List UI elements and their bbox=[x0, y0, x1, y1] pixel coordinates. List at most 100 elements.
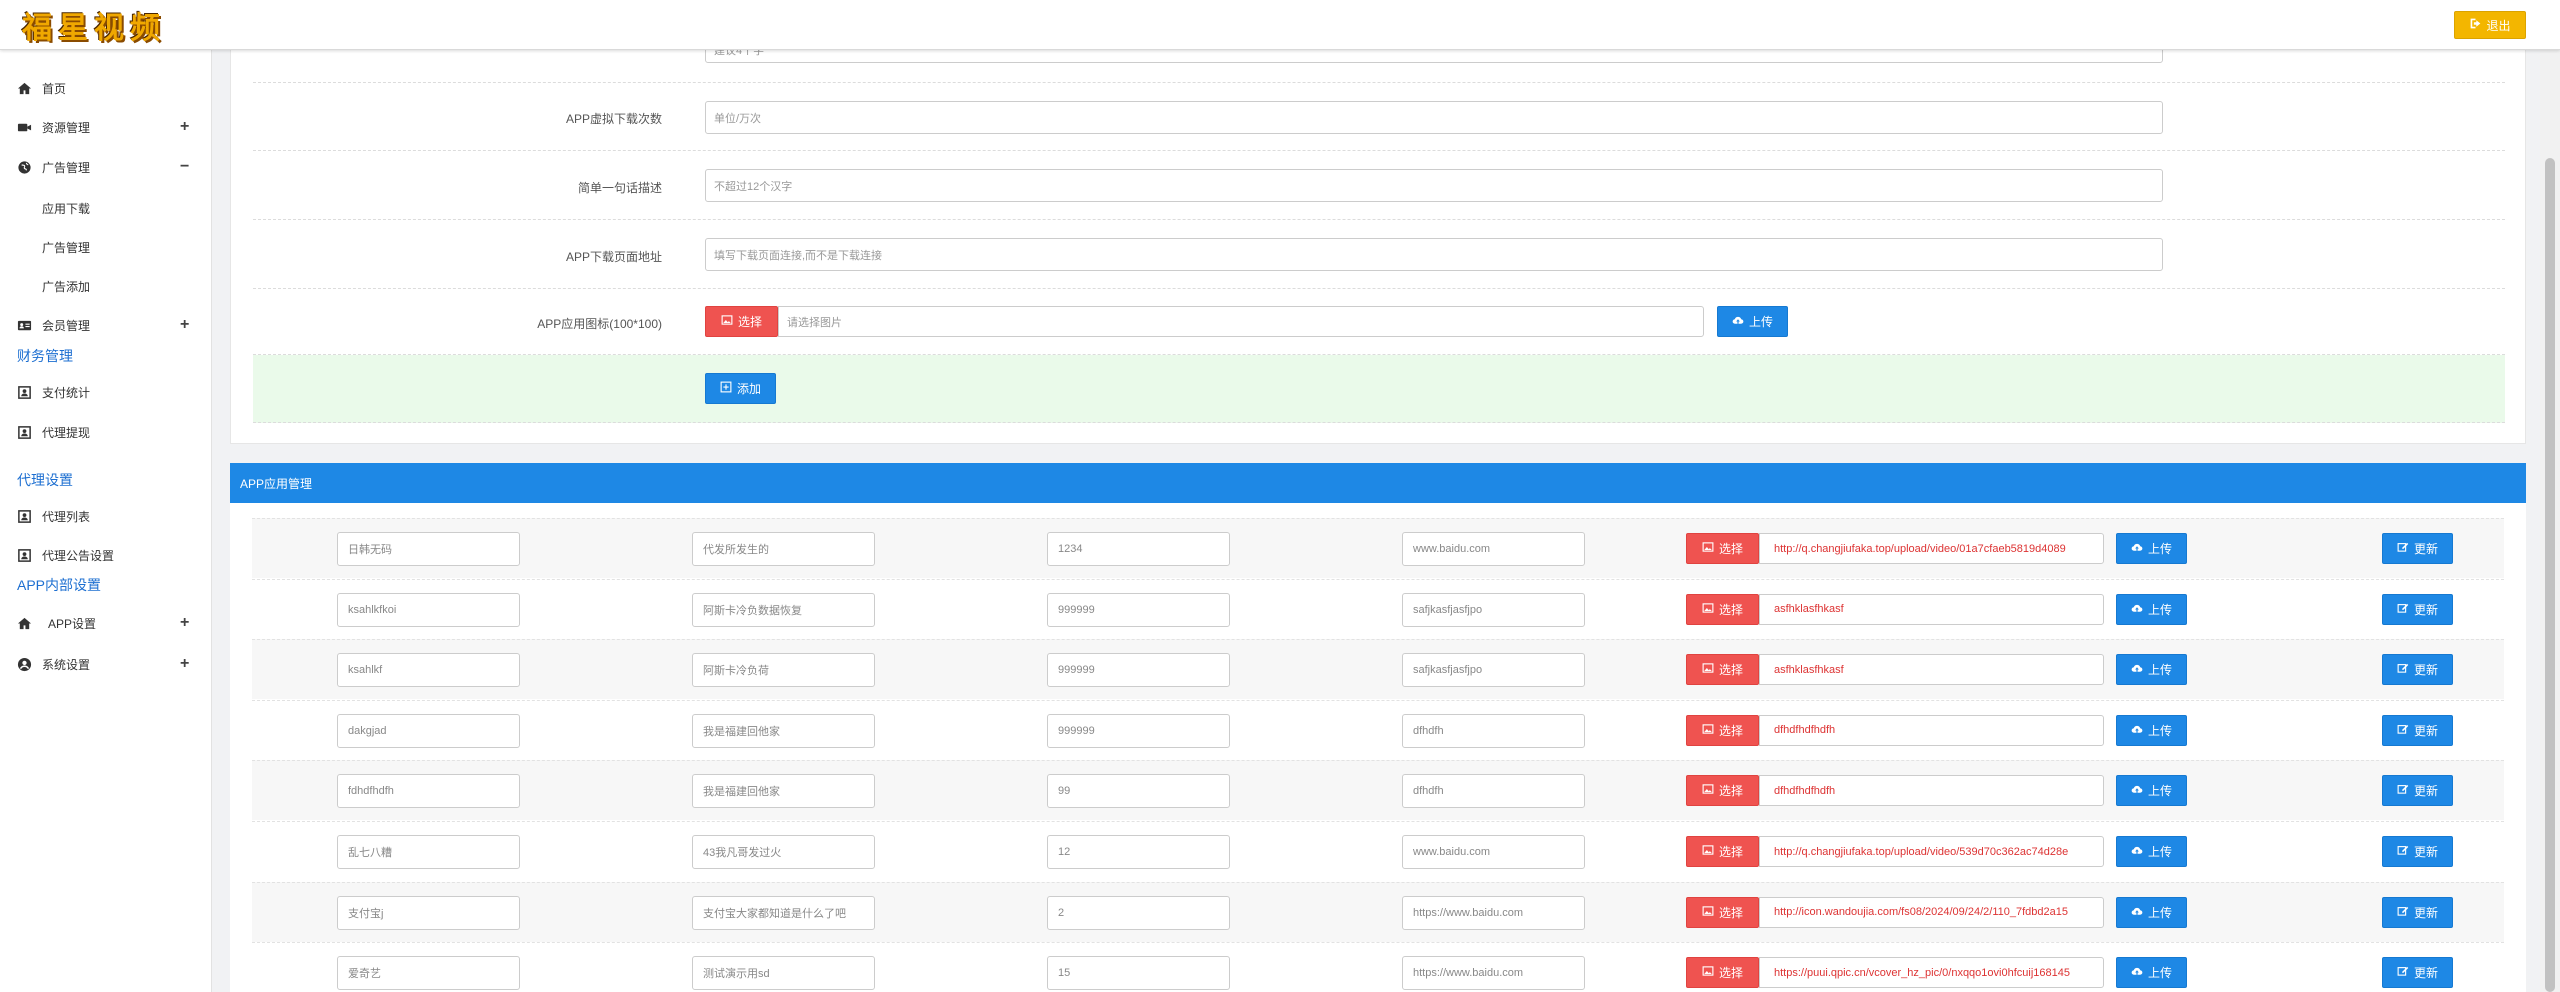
app-name-field[interactable]: fdhdfhdfh bbox=[337, 774, 520, 809]
app-name-field[interactable]: dakgjad bbox=[337, 713, 520, 748]
app-description-field[interactable]: 阿斯卡冷负数据恢复 bbox=[692, 592, 875, 627]
download-count-field[interactable]: 1234 bbox=[1047, 532, 1230, 566]
sidebar-item-system[interactable]: 系统设置 + bbox=[0, 652, 212, 676]
sidebar-item-agent-withdraw[interactable]: 代理提现 bbox=[0, 420, 212, 444]
update-button[interactable]: 更新 bbox=[2382, 836, 2453, 867]
select-image-button[interactable]: 选择 bbox=[1686, 654, 1759, 686]
sidebar-item-members[interactable]: 会员管理 + bbox=[0, 313, 212, 337]
icon-url-field[interactable]: http://icon.wandoujia.com/fs08/2024/09/2… bbox=[1759, 896, 2104, 928]
download-page-field[interactable]: https://www.baidu.com bbox=[1402, 895, 1585, 930]
expand-icon[interactable]: + bbox=[180, 615, 189, 631]
icon-url-field[interactable]: asfhklasfhkasf bbox=[1759, 593, 2104, 625]
download-count-field[interactable]: 2 bbox=[1047, 895, 1230, 930]
table-row: ksahlkfkoi 阿斯卡冷负数据恢复 999999 safjkasfjasfjpo… bbox=[252, 578, 2504, 639]
page-scrollbar[interactable] bbox=[2540, 50, 2560, 992]
app-name-field[interactable]: 爱奇艺 bbox=[337, 956, 520, 991]
upload-button[interactable]: 上传 bbox=[2116, 533, 2187, 564]
download-page-field[interactable]: safjkasfjasfjpo bbox=[1402, 592, 1585, 627]
app-description-field[interactable]: 我是福建回他家 bbox=[692, 713, 875, 748]
sidebar-item-home[interactable]: 首页 bbox=[0, 76, 212, 100]
app-name-field[interactable]: ksahlkf bbox=[337, 653, 520, 688]
logout-button[interactable]: 退出 bbox=[2454, 11, 2526, 39]
app-name-field[interactable]: 乱七八糟 bbox=[337, 835, 520, 869]
app-name-field[interactable]: ksahlkfkoi bbox=[337, 592, 520, 627]
site-logo[interactable]: 福星视频 bbox=[22, 8, 166, 46]
sidebar-item-pay-stats[interactable]: 支付统计 bbox=[0, 380, 212, 404]
icon-url-field[interactable]: dfhdfhdfhdfh bbox=[1759, 775, 2104, 807]
downloads-label: APP虚拟下载次数 bbox=[565, 112, 662, 126]
app-name-field[interactable]: 日韩无码 bbox=[337, 532, 520, 566]
icon-url-field[interactable]: http://q.changjiufaka.top/upload/video/0… bbox=[1759, 533, 2104, 564]
download-count-field[interactable]: 999999 bbox=[1047, 713, 1230, 748]
upload-button[interactable]: 上传 bbox=[2116, 836, 2187, 867]
select-image-button[interactable]: 选择 bbox=[1686, 714, 1759, 746]
app-name-field[interactable]: 支付宝j bbox=[337, 895, 520, 930]
download-count-field[interactable]: 15 bbox=[1047, 956, 1230, 991]
expand-icon[interactable]: + bbox=[180, 119, 189, 135]
select-image-button[interactable]: 选择 bbox=[705, 306, 778, 337]
download-count-field[interactable]: 99 bbox=[1047, 774, 1230, 809]
download-count-field[interactable]: 999999 bbox=[1047, 592, 1230, 627]
app-description-field[interactable]: 支付宝大家都知道是什么了吧 bbox=[692, 895, 875, 930]
collapse-icon[interactable]: − bbox=[180, 159, 189, 175]
download-count-field[interactable]: 999999 bbox=[1047, 653, 1230, 688]
sidebar: 首页 资源管理 + 广告管理 − 应用下载 广告管理 广告添加 会员管理 + 财… bbox=[0, 50, 212, 992]
upload-button[interactable]: 上传 bbox=[2116, 896, 2187, 928]
select-image-button[interactable]: 选择 bbox=[1686, 533, 1759, 564]
image-icon bbox=[1702, 905, 1714, 920]
update-button[interactable]: 更新 bbox=[2382, 654, 2453, 686]
icon-url-field[interactable]: dfhdfhdfhdfh bbox=[1759, 714, 2104, 746]
icon-url-field[interactable]: asfhklasfhkasf bbox=[1759, 654, 2104, 686]
description-input[interactable]: 不超过12个汉字 bbox=[705, 169, 2163, 202]
download-page-field[interactable]: dfhdfh bbox=[1402, 774, 1585, 809]
downloads-input[interactable]: 单位/万次 bbox=[705, 101, 2163, 134]
sidebar-item-agent-notice[interactable]: 代理公告设置 bbox=[0, 543, 212, 567]
select-image-button[interactable]: 选择 bbox=[1686, 593, 1759, 625]
expand-icon[interactable]: + bbox=[180, 317, 189, 333]
update-button[interactable]: 更新 bbox=[2382, 775, 2453, 807]
update-button[interactable]: 更新 bbox=[2382, 533, 2453, 564]
upload-button[interactable]: 上传 bbox=[2116, 957, 2187, 989]
upload-button[interactable]: 上传 bbox=[2116, 654, 2187, 686]
update-button[interactable]: 更新 bbox=[2382, 957, 2453, 989]
download-page-field[interactable]: dfhdfh bbox=[1402, 713, 1585, 748]
upload-button[interactable]: 上传 bbox=[2116, 714, 2187, 746]
icon-url-field[interactable]: http://q.changjiufaka.top/upload/video/5… bbox=[1759, 836, 2104, 867]
select-image-button[interactable]: 选择 bbox=[1686, 957, 1759, 989]
app-description-field[interactable]: 我是福建回他家 bbox=[692, 774, 875, 809]
upload-button[interactable]: 上传 bbox=[2116, 775, 2187, 807]
download-page-field[interactable]: www.baidu.com bbox=[1402, 532, 1585, 566]
download-page-field[interactable]: safjkasfjasfjpo bbox=[1402, 653, 1585, 688]
select-label: 选择 bbox=[1718, 723, 1743, 738]
update-button[interactable]: 更新 bbox=[2382, 714, 2453, 746]
app-description-field[interactable]: 测试演示用sd bbox=[692, 956, 875, 991]
download-count-field[interactable]: 12 bbox=[1047, 835, 1230, 869]
sidebar-item-resource[interactable]: 资源管理 + bbox=[0, 115, 212, 139]
select-image-button[interactable]: 选择 bbox=[1686, 896, 1759, 928]
cloud-upload-icon bbox=[2131, 905, 2143, 920]
icon-url-field[interactable]: https://puui.qpic.cn/vcover_hz_pic/0/nxq… bbox=[1759, 957, 2104, 989]
expand-icon[interactable]: + bbox=[180, 656, 189, 672]
update-button[interactable]: 更新 bbox=[2382, 896, 2453, 928]
app-description-field[interactable]: 代发所发生的 bbox=[692, 532, 875, 566]
scrollbar-thumb[interactable] bbox=[2545, 158, 2555, 992]
app-description-field[interactable]: 43我凡哥发过火 bbox=[692, 835, 875, 869]
sidebar-item-agent-list[interactable]: 代理列表 bbox=[0, 504, 212, 528]
update-button[interactable]: 更新 bbox=[2382, 593, 2453, 625]
sidebar-subitem-ad-add[interactable]: 广告添加 bbox=[42, 276, 90, 296]
select-image-button[interactable]: 选择 bbox=[1686, 775, 1759, 807]
download-page-field[interactable]: www.baidu.com bbox=[1402, 835, 1585, 869]
download-page-field[interactable]: https://www.baidu.com bbox=[1402, 956, 1585, 991]
image-icon bbox=[1702, 541, 1714, 556]
sidebar-subitem-app-download[interactable]: 应用下载 bbox=[42, 198, 90, 218]
icon-path-input[interactable]: 请选择图片 bbox=[778, 306, 1704, 337]
sidebar-item-app-settings[interactable]: APP设置 + bbox=[0, 611, 212, 635]
sidebar-subitem-ad-manage[interactable]: 广告管理 bbox=[42, 237, 90, 257]
sidebar-item-ads[interactable]: 广告管理 − bbox=[0, 155, 212, 179]
upload-button[interactable]: 上传 bbox=[1717, 306, 1788, 337]
upload-button[interactable]: 上传 bbox=[2116, 593, 2187, 625]
app-description-field[interactable]: 阿斯卡冷负荷 bbox=[692, 653, 875, 688]
download-page-input[interactable]: 填写下载页面连接,而不是下载连接 bbox=[705, 238, 2163, 271]
add-button[interactable]: 添加 bbox=[705, 373, 776, 404]
select-image-button[interactable]: 选择 bbox=[1686, 836, 1759, 867]
